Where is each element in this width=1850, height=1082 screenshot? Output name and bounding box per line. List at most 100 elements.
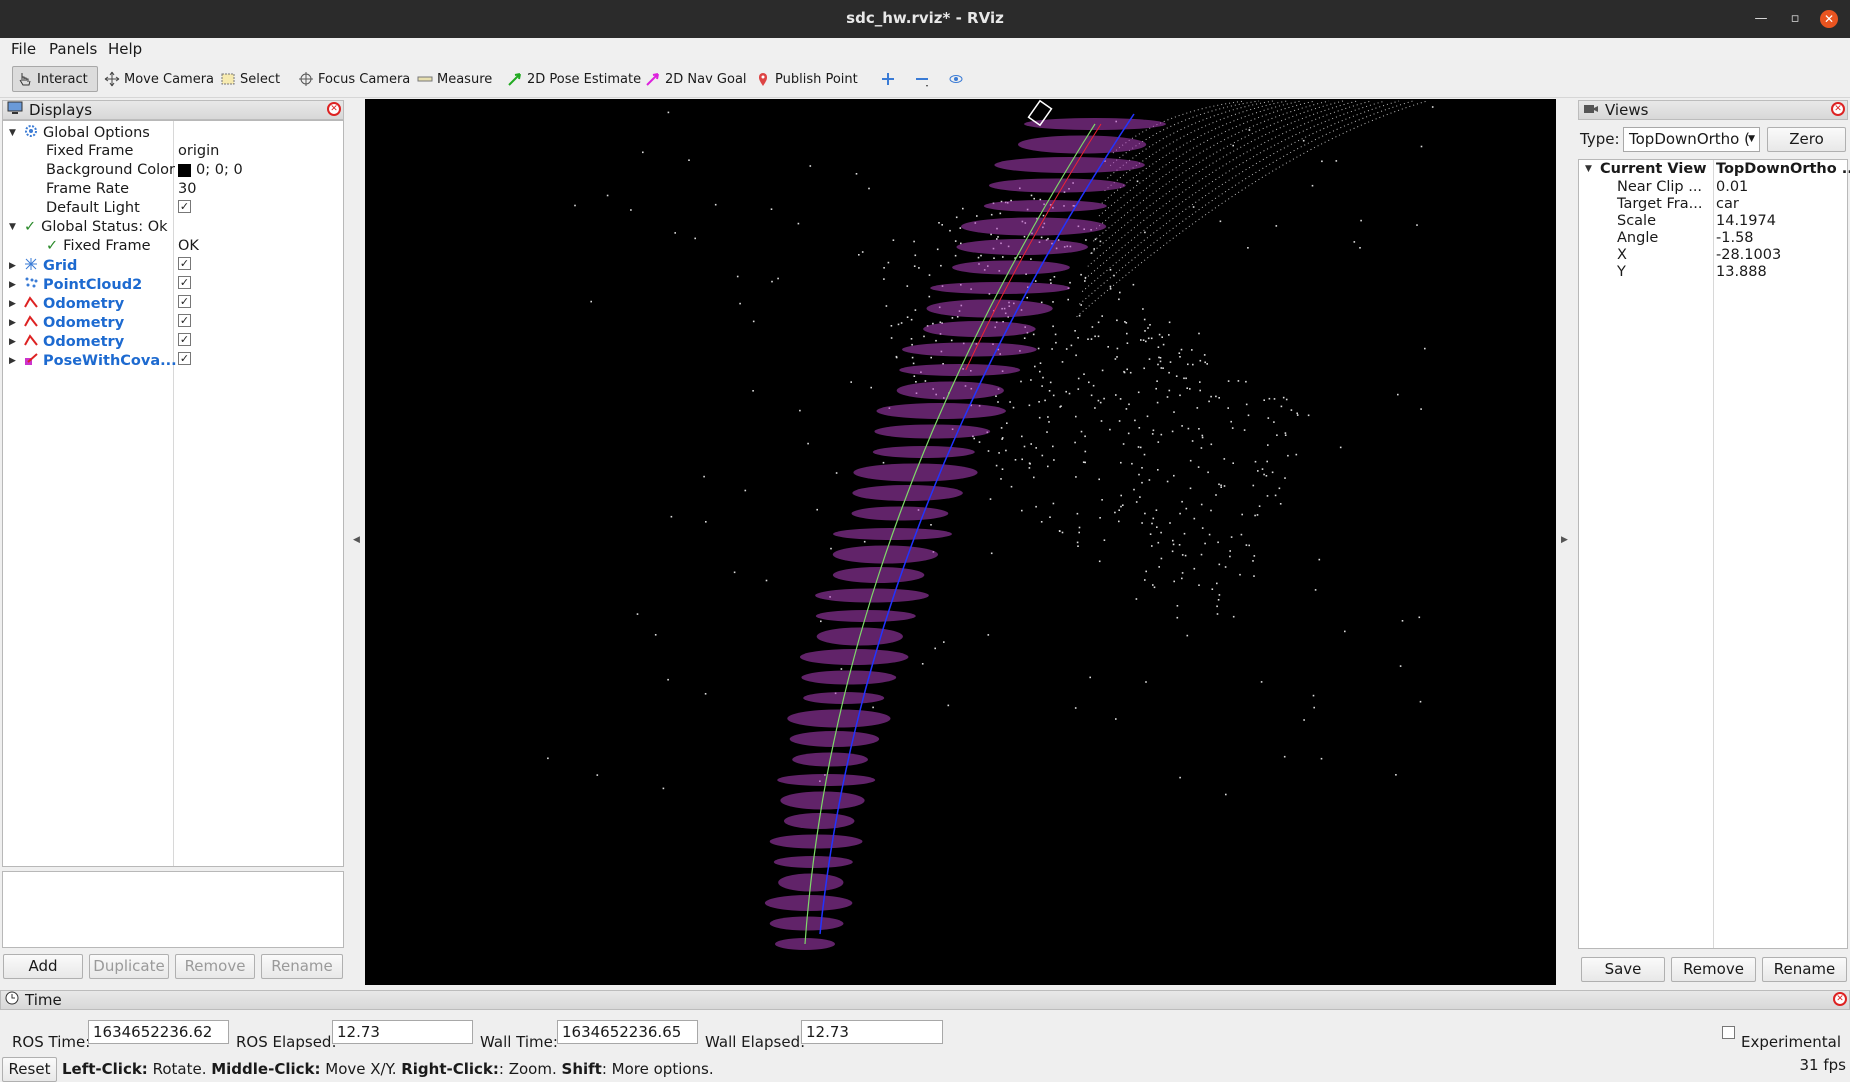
add-display-button[interactable]: Add [3, 954, 83, 979]
lidar-point [1229, 550, 1231, 552]
lidar-point [1144, 579, 1146, 581]
close-window-icon[interactable]: ✕ [1820, 10, 1838, 28]
measure-tool-button[interactable]: Measure [413, 66, 496, 92]
lidar-point [1198, 332, 1200, 335]
scene-canvas[interactable] [365, 99, 1556, 985]
lidar-point [1344, 630, 1346, 633]
lidar-point [1283, 755, 1286, 758]
chevron-right-icon[interactable]: ▶ [9, 356, 19, 366]
pose-estimate-tool-button[interactable]: 2D Pose Estimate [503, 66, 645, 92]
chevron-right-icon[interactable]: ▶ [9, 299, 19, 309]
displays-close-icon[interactable]: ✕ [327, 102, 341, 116]
chevron-right-icon[interactable]: ▶ [9, 261, 19, 271]
pose-estimate-label: 2D Pose Estimate [527, 71, 642, 87]
visibility-tool-button[interactable] [944, 66, 968, 92]
lidar-point [1168, 334, 1170, 336]
lidar-point [1069, 281, 1071, 284]
checkmark-icon: ✓ [24, 219, 37, 235]
rename-display-button[interactable]: Rename [261, 954, 343, 979]
lidar-point [1146, 415, 1149, 418]
render-viewport[interactable] [365, 99, 1556, 985]
chevron-down-icon[interactable]: ▼ [1585, 164, 1595, 174]
save-view-button[interactable]: Save [1581, 957, 1665, 982]
fixed-frame-value[interactable]: origin [178, 143, 219, 159]
lidar-point [1078, 314, 1081, 317]
frame-rate-value[interactable]: 30 [178, 181, 196, 197]
lidar-point [1040, 521, 1043, 523]
ros-elapsed-field[interactable]: 12.73 [332, 1020, 473, 1044]
display-enabled-checkbox[interactable]: ✓ [178, 276, 191, 289]
time-close-icon[interactable]: ✕ [1833, 992, 1847, 1006]
menu-bar: File Panels Help [0, 38, 1850, 60]
view-prop-value[interactable]: 14.1974 [1716, 213, 1776, 229]
lidar-point [1218, 563, 1221, 566]
focus-camera-tool-button[interactable]: Focus Camera [294, 66, 414, 92]
lidar-point [1210, 509, 1212, 512]
lidar-point [1099, 240, 1102, 243]
display-enabled-checkbox[interactable]: ✓ [178, 295, 191, 308]
add-tool-button[interactable] [876, 66, 900, 92]
lidar-point [1303, 719, 1305, 721]
chevron-down-icon[interactable]: ▼ [9, 128, 19, 138]
move-camera-tool-button[interactable]: Move Camera [100, 66, 218, 92]
lidar-point [996, 238, 998, 240]
reset-button[interactable]: Reset [2, 1057, 57, 1082]
maximize-icon[interactable]: ▫ [1786, 10, 1804, 28]
color-swatch[interactable] [178, 163, 191, 177]
minimize-icon[interactable]: — [1752, 10, 1770, 28]
remove-view-button[interactable]: Remove [1671, 957, 1756, 982]
select-tool-button[interactable]: Select [216, 66, 284, 92]
chevron-right-icon[interactable]: ▶ [9, 337, 19, 347]
lidar-point [1314, 589, 1317, 591]
rename-view-button[interactable]: Rename [1762, 957, 1847, 982]
lidar-point [1201, 434, 1204, 437]
menu-help[interactable]: Help [108, 40, 142, 58]
collapse-right-icon[interactable]: ▶ [1561, 535, 1568, 545]
camera-icon [1583, 101, 1599, 119]
lidar-point [1089, 676, 1091, 679]
view-prop-value[interactable]: -28.1003 [1716, 247, 1781, 263]
lidar-point [1147, 327, 1149, 329]
lidar-point [1179, 394, 1181, 397]
view-prop-value[interactable]: 13.888 [1716, 264, 1767, 280]
display-enabled-checkbox[interactable]: ✓ [178, 314, 191, 327]
nav-goal-tool-button[interactable]: 2D Nav Goal [641, 66, 751, 92]
chevron-right-icon[interactable]: ▶ [9, 280, 19, 290]
lidar-point [1227, 380, 1230, 382]
view-type-select[interactable]: TopDownOrtho ( ▼ [1623, 127, 1760, 152]
display-enabled-checkbox[interactable]: ✓ [178, 352, 191, 365]
ruler-icon [417, 71, 433, 87]
view-prop-value[interactable]: -1.58 [1716, 230, 1754, 246]
display-enabled-checkbox[interactable]: ✓ [178, 257, 191, 270]
background-color-value[interactable]: 0; 0; 0 [196, 162, 243, 178]
view-prop-label: Near Clip ... [1617, 179, 1703, 195]
menu-file[interactable]: File [11, 40, 36, 58]
menu-panels[interactable]: Panels [49, 40, 97, 58]
experimental-checkbox[interactable] [1722, 1026, 1735, 1039]
wall-elapsed-field[interactable]: 12.73 [801, 1020, 943, 1044]
views-close-icon[interactable]: ✕ [1831, 102, 1845, 116]
lidar-point [1143, 318, 1146, 321]
display-enabled-checkbox[interactable]: ✓ [178, 333, 191, 346]
current-view-row[interactable]: ▼ Current View TopDownOrtho ... [1579, 161, 1850, 180]
lidar-point [1193, 517, 1196, 520]
lidar-point [1046, 431, 1048, 433]
remove-display-button[interactable]: Remove [175, 954, 255, 979]
interact-tool-button[interactable]: Interact [12, 66, 98, 92]
chevron-right-icon[interactable]: ▶ [9, 318, 19, 328]
collapse-left-icon[interactable]: ◀ [353, 535, 360, 545]
wall-time-field[interactable]: 1634652236.65 [557, 1020, 698, 1044]
lidar-point [858, 254, 860, 256]
view-prop-value[interactable]: car [1716, 196, 1739, 212]
zero-view-button[interactable]: Zero [1767, 127, 1846, 152]
duplicate-display-button[interactable]: Duplicate [89, 954, 169, 979]
ros-time-field[interactable]: 1634652236.62 [88, 1020, 229, 1044]
display-item-label: Odometry [43, 315, 125, 331]
publish-point-tool-button[interactable]: Publish Point [751, 66, 862, 92]
chevron-down-icon[interactable]: ▼ [9, 222, 19, 232]
lidar-point [936, 248, 939, 251]
default-light-checkbox[interactable]: ✓ [178, 200, 191, 213]
lidar-point [955, 216, 958, 219]
view-prop-value[interactable]: 0.01 [1716, 179, 1748, 195]
remove-tool-button[interactable] [910, 66, 934, 92]
